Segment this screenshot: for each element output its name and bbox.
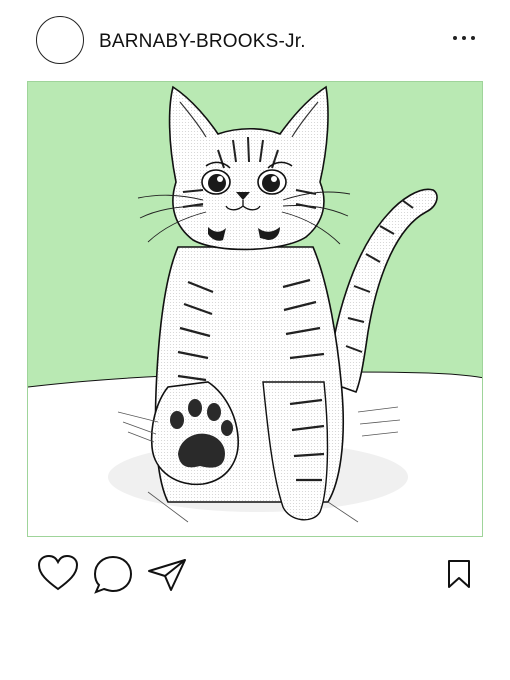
paper-plane-icon[interactable] xyxy=(147,558,187,592)
avatar[interactable] xyxy=(36,16,84,64)
bookmark-icon[interactable] xyxy=(446,559,472,589)
more-horizontal-icon[interactable] xyxy=(452,34,476,42)
username[interactable]: BARNABY-BROOKS-Jr. xyxy=(99,31,306,53)
cat-illustration xyxy=(28,82,482,536)
post-header: BARNABY-BROOKS-Jr. xyxy=(0,0,510,80)
post-image[interactable] xyxy=(27,81,483,537)
post-actions-bar xyxy=(0,548,510,598)
speech-bubble-icon[interactable] xyxy=(92,554,134,594)
heart-icon[interactable] xyxy=(37,554,79,592)
